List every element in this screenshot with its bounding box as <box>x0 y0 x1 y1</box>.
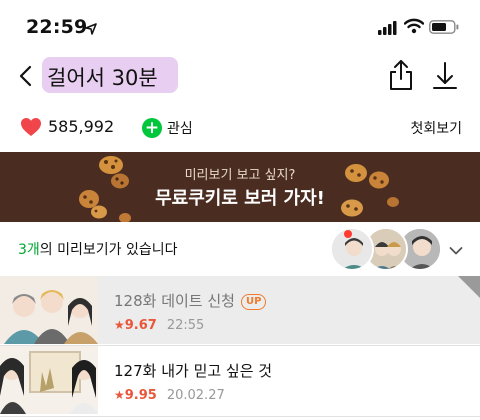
download-icon <box>433 62 457 89</box>
location-arrow-icon <box>85 20 97 39</box>
promo-banner[interactable]: 미리보기 보고 싶지? 무료쿠키로 보러 가자! <box>0 152 480 222</box>
info-row: 585,992 + 관심 첫회보기 <box>0 108 480 150</box>
status-bar: 22:59 <box>0 0 480 48</box>
banner-title: 무료쿠키로 보러 가자! <box>155 188 325 209</box>
star-icon: ★ <box>114 318 125 332</box>
chevron-down-icon[interactable] <box>449 241 463 260</box>
episode-title: 128화 데이트 신청 UP <box>114 290 267 311</box>
episode-meta: ★9.95 20.02.27 <box>114 388 225 403</box>
preview-label: 의 미리보기가 있습니다 <box>39 242 178 258</box>
like-count: 585,992 <box>48 117 115 136</box>
new-indicator-dot <box>344 230 352 238</box>
back-chevron-icon <box>19 65 32 87</box>
interest-button[interactable]: + 관심 <box>142 114 193 142</box>
episode-title-text: 128화 데이트 신청 <box>114 292 235 310</box>
preview-count-text: 3개의 미리보기가 있습니다 <box>18 239 178 259</box>
episode-meta: ★9.67 22:55 <box>114 318 204 333</box>
episode-rating: 9.67 <box>124 318 157 333</box>
heart-icon[interactable] <box>20 117 42 141</box>
interest-label: 관심 <box>167 121 193 137</box>
episode-title: 127화 내가 믿고 싶은 것 <box>114 362 273 380</box>
nav-bar: 걸어서 30분 <box>0 48 480 104</box>
episode-thumbnail <box>0 276 98 344</box>
back-button[interactable] <box>10 60 40 92</box>
episode-thumbnail <box>0 346 98 414</box>
preview-count: 3개 <box>18 242 40 258</box>
cellular-signal-icon <box>378 20 398 39</box>
avatar <box>330 227 374 271</box>
plus-circle-icon: + <box>142 118 162 138</box>
episode-list-item[interactable]: 127화 내가 믿고 싶은 것 ★9.95 20.02.27 <box>0 346 480 414</box>
star-icon: ★ <box>114 388 125 402</box>
corner-fold-icon <box>458 276 480 298</box>
preview-row[interactable]: 3개의 미리보기가 있습니다 <box>0 222 480 276</box>
first-episode-button[interactable]: 첫회보기 <box>410 118 462 138</box>
status-time: 22:59 <box>26 16 88 38</box>
share-icon <box>390 60 412 90</box>
up-badge: UP <box>240 294 267 310</box>
episode-list-item[interactable]: 128화 데이트 신청 UP ★9.67 22:55 <box>0 276 480 344</box>
cookie-icon <box>119 213 131 222</box>
share-button[interactable] <box>386 58 416 92</box>
battery-icon <box>429 19 459 38</box>
episode-date: 22:55 <box>166 318 205 333</box>
page-title: 걸어서 30분 <box>47 66 158 90</box>
episode-date: 20.02.27 <box>166 388 225 403</box>
wifi-icon <box>403 18 425 38</box>
banner-subtitle: 미리보기 보고 싶지? <box>184 168 296 183</box>
download-button[interactable] <box>430 58 460 92</box>
episode-rating: 9.95 <box>124 388 157 403</box>
divider <box>0 416 480 417</box>
